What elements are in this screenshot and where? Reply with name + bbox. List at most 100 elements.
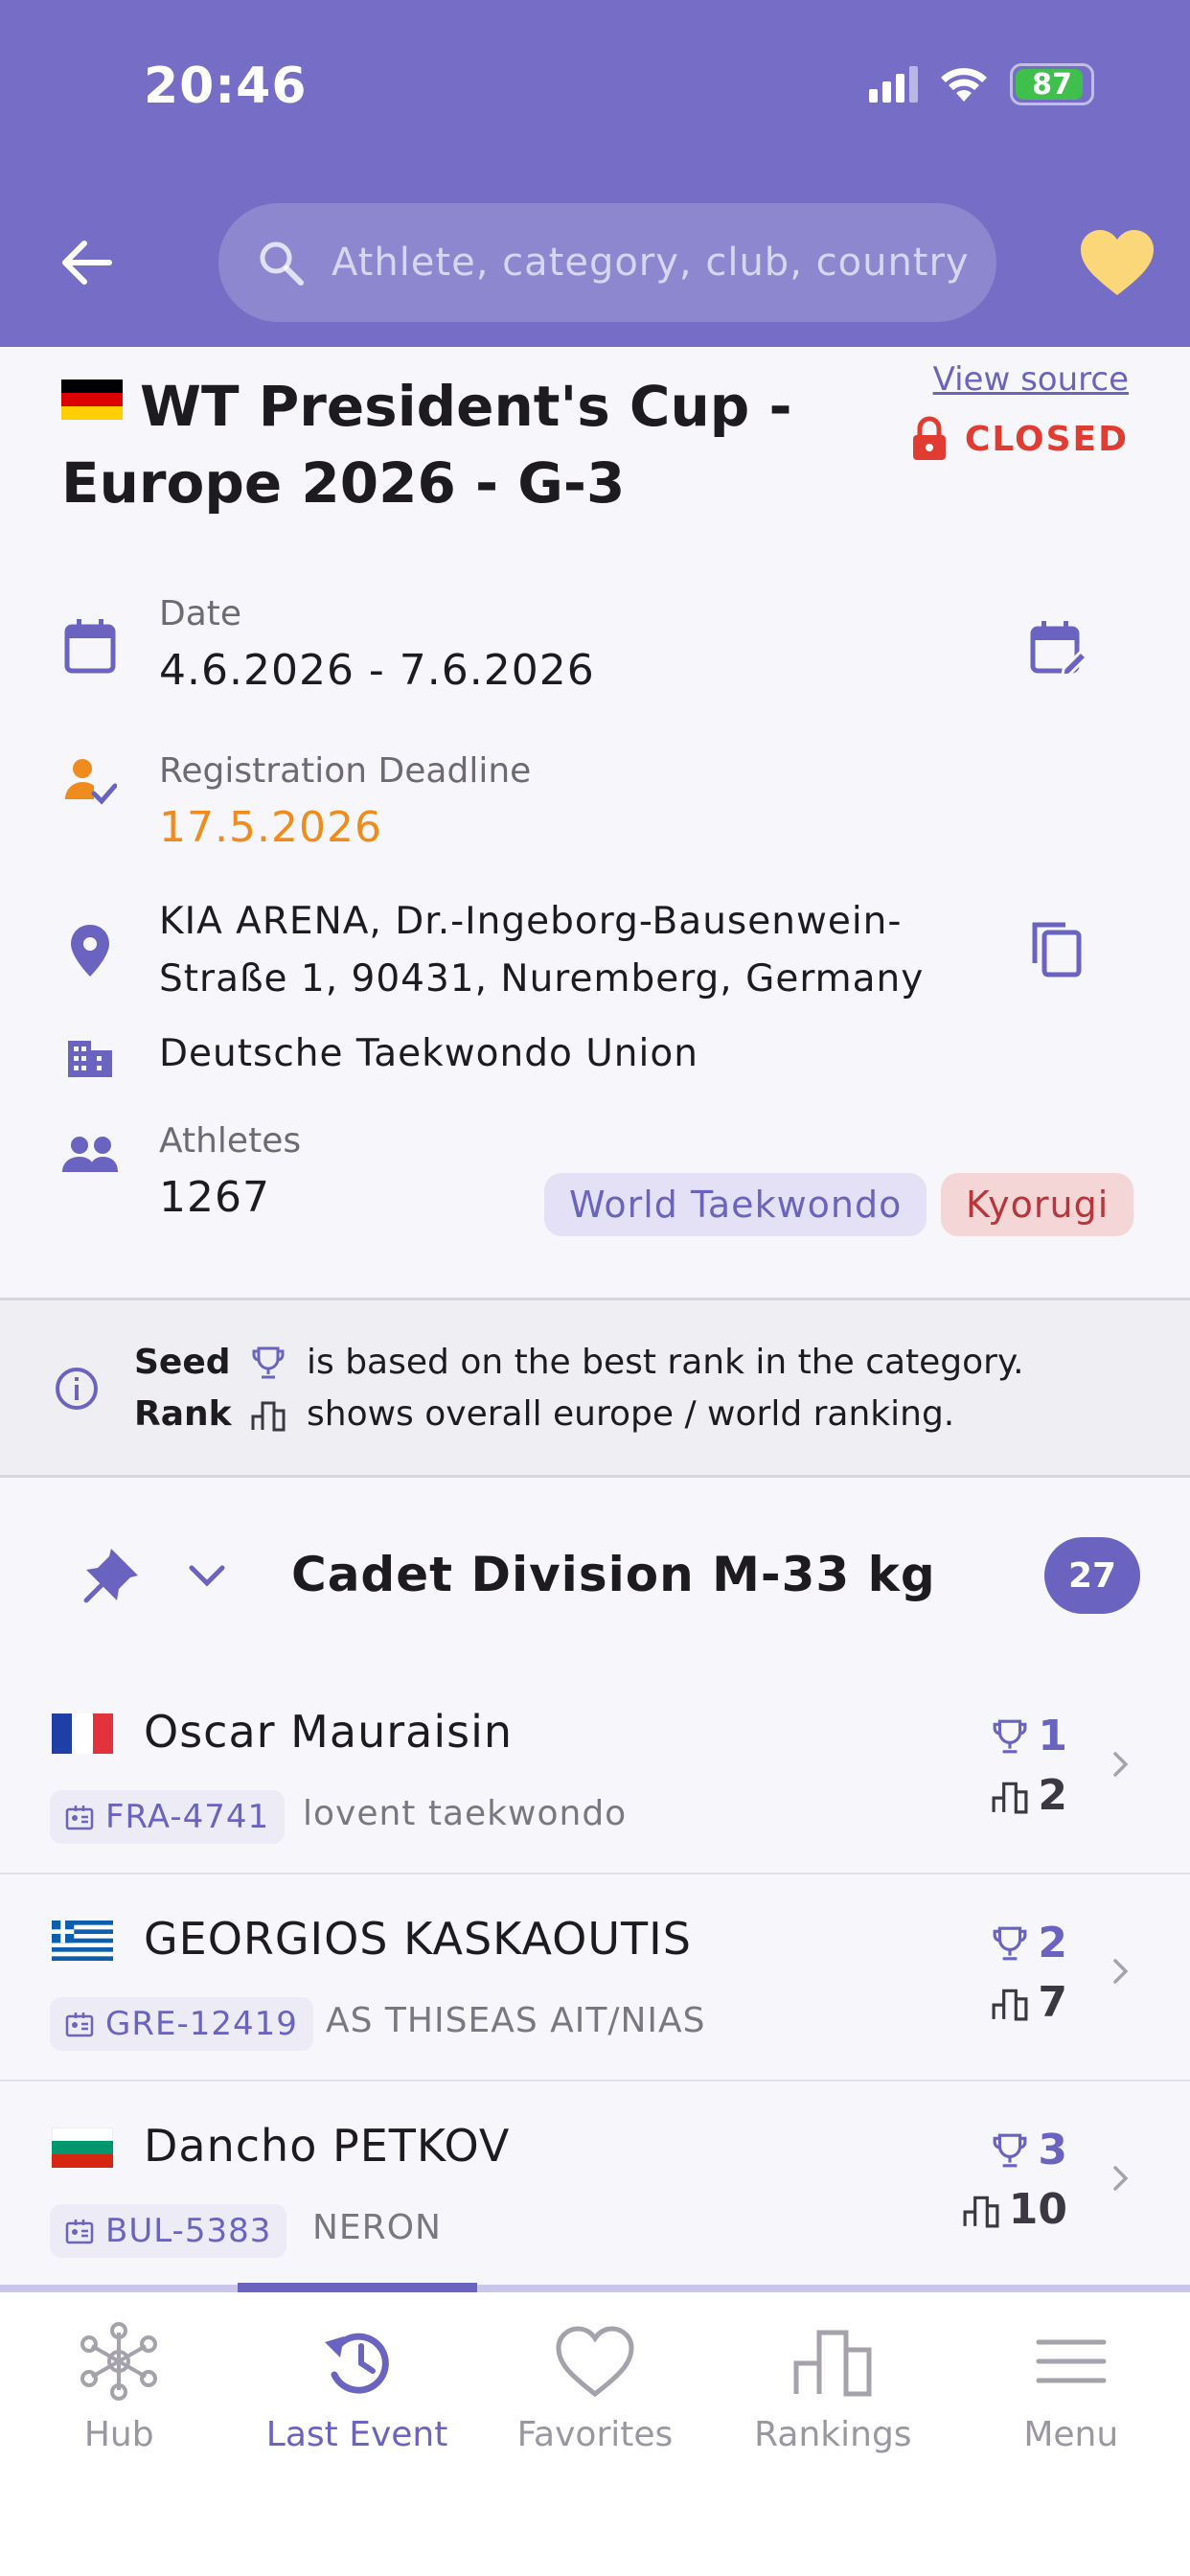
copy-icon [1032,922,1082,978]
division-section: Cadet Division M-33 kg 27 Oscar Mauraisi… [0,1478,1190,2292]
back-button[interactable] [50,226,123,299]
app-header: 20:46 87 [0,0,1190,347]
heart-icon [556,2326,634,2398]
scroll-track [0,2285,1190,2292]
athlete-id: GRE-12419 [105,2005,298,2043]
seed-info: Seed is based on the best rank in the ca… [134,1343,1024,1382]
france-flag-icon [52,1714,113,1754]
status-time: 20:46 [144,58,308,115]
rank-text: shows overall europe / world ranking. [307,1394,955,1434]
organizer-name: Deutsche Taekwondo Union [159,1032,698,1075]
event-address: KIA ARENA, Dr.-Ingeborg-Bausenwein-Straß… [159,900,925,1000]
building-icon [59,1027,121,1089]
athlete-row[interactable]: Dancho PETKOV BUL-5383 NERON 3 10 [0,2082,1190,2288]
athlete-name: Dancho PETKOV [144,2120,511,2172]
seed-value: 1 [1038,1712,1067,1760]
athletes-count: 1267 [159,1173,270,1222]
division-count-badge: 27 [1044,1537,1140,1614]
nav-label-menu: Menu [1023,2415,1119,2454]
active-tab-indicator [238,2283,477,2292]
calendar-edit-icon [1030,621,1087,677]
wifi-icon [941,68,987,102]
seed-label: Seed [134,1343,231,1382]
lock-icon [912,416,946,460]
add-to-calendar-button[interactable] [1027,617,1088,678]
pin-icon[interactable] [82,1545,142,1604]
athlete-seed: 3 [992,2126,1067,2174]
nav-label-last-event: Last Event [265,2415,448,2454]
seed-rank-info: Seed is based on the best rank in the ca… [0,1298,1190,1478]
rank-value: 10 [1008,2185,1067,2234]
bulgaria-flag-icon [52,2128,113,2168]
nav-label-favorites: Favorites [516,2415,674,2454]
athlete-rank: 2 [992,1771,1067,1820]
discipline-chip: Kyorugi [941,1173,1134,1236]
date-label: Date [159,594,242,633]
nav-item-last-event[interactable]: Last Event [238,2292,475,2576]
rank-value: 7 [1038,1978,1067,2027]
nav-item-menu[interactable]: Menu [952,2292,1190,2576]
id-card-icon [65,1806,94,1830]
seed-value: 3 [1038,2126,1067,2174]
search-bar[interactable] [218,203,996,322]
rank-value: 2 [1038,1771,1067,1820]
location-pin-icon [59,920,121,981]
rank-info: Rank shows overall europe / world rankin… [134,1394,954,1434]
chevron-down-icon[interactable] [188,1564,226,1589]
athlete-rank: 7 [992,1978,1067,2027]
battery-level: 87 [1032,67,1072,102]
athlete-seed: 1 [992,1712,1067,1760]
nav-item-favorites[interactable]: Favorites [476,2292,714,2576]
nav-label-hub: Hub [83,2415,154,2454]
status-badge: CLOSED [911,416,1129,462]
athlete-rank: 10 [963,2185,1067,2234]
trophy-icon [252,1346,285,1378]
athlete-id: FRA-4741 [105,1798,270,1836]
copy-address-button[interactable] [1025,918,1087,979]
signal-icon [869,66,918,103]
chevron-right-icon [1113,1959,1129,1984]
search-input[interactable] [332,241,983,285]
deadline-value: 17.5.2026 [159,803,382,852]
id-card-icon [65,2220,94,2244]
athlete-club: lovent taekwondo [303,1794,628,1833]
podium-icon [793,2330,872,2397]
podium-icon [963,2196,999,2227]
trophy-icon [993,1926,1027,1960]
view-source-link[interactable]: View source [933,360,1129,399]
nav-item-rankings[interactable]: Rankings [714,2292,951,2576]
info-icon [56,1368,98,1410]
people-icon [59,1123,121,1184]
rank-label: Rank [134,1394,232,1434]
organization-chip: World Taekwondo [544,1173,927,1236]
event-title-text: WT President's Cup - Europe 2026 - G-3 [61,374,792,516]
trophy-icon [993,2133,1027,2167]
division-title: Cadet Division M-33 kg [291,1547,936,1602]
athlete-id-chip[interactable]: GRE-12419 [50,1997,313,2051]
chevron-right-icon [1113,1752,1129,1777]
bottom-navigation: Hub Last Event Favorites Rankings Menu [0,2292,1190,2576]
menu-icon [1036,2339,1107,2383]
athlete-seed: 2 [992,1919,1067,1967]
battery-icon: 87 [1010,63,1094,105]
nav-item-hub[interactable]: Hub [0,2292,238,2576]
podium-icon [992,1782,1028,1813]
arrow-left-icon [62,241,112,285]
search-icon [260,242,304,286]
seed-value: 2 [1038,1919,1067,1967]
status-icons: 87 [869,63,1094,105]
athletes-label: Athletes [159,1121,302,1161]
person-check-icon [59,749,121,811]
history-icon [324,2333,389,2394]
athlete-row[interactable]: Oscar Mauraisin FRA-4741 lovent taekwond… [0,1668,1190,1874]
athlete-id-chip[interactable]: FRA-4741 [50,1790,286,1844]
trophy-icon [993,1719,1027,1753]
date-value: 4.6.2026 - 7.6.2026 [159,646,595,695]
athlete-name: GEORGIOS KASKAOUTIS [144,1913,692,1965]
athlete-id-chip[interactable]: BUL-5383 [50,2204,287,2258]
athlete-row[interactable]: GEORGIOS KASKAOUTIS GRE-12419 AS THISEAS… [0,1874,1190,2082]
event-title: WT President's Cup - Europe 2026 - G-3 [61,368,885,521]
athlete-name: Oscar Mauraisin [144,1706,513,1758]
podium-icon [992,1989,1028,2020]
favorite-heart-icon[interactable] [1079,228,1156,297]
